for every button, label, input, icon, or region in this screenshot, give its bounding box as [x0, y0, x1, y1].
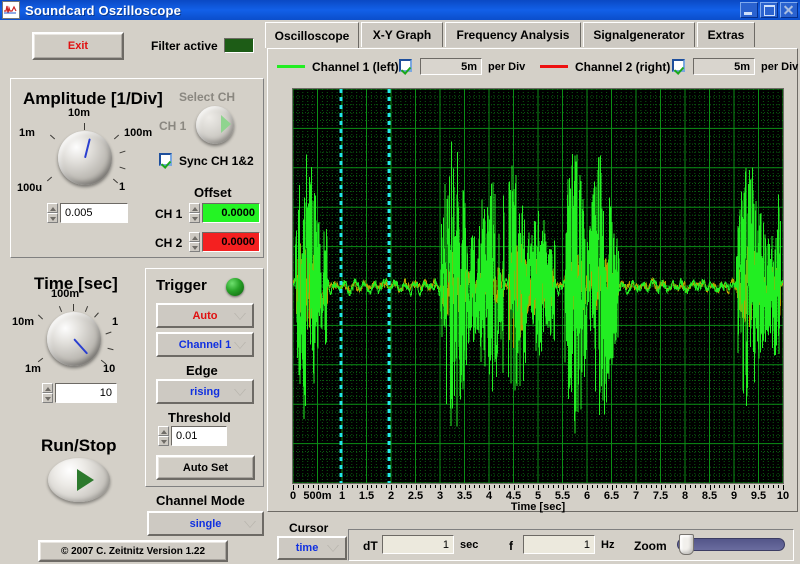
select-ch-value: CH 1: [159, 119, 187, 133]
trigger-panel: Trigger Auto Channel 1 Edge rising Thres…: [145, 268, 264, 487]
trigger-source-value: Channel 1: [178, 338, 232, 351]
amplitude-value-input[interactable]: 0.005: [60, 203, 128, 223]
threshold-spinner[interactable]: [158, 426, 169, 446]
sync-ch-label: Sync CH 1&2: [179, 154, 254, 168]
waveform-icon: [2, 1, 20, 19]
auto-set-label: Auto Set: [182, 461, 229, 474]
channel-1-color-swatch: [277, 65, 305, 68]
f-unit: Hz: [601, 539, 615, 551]
trigger-edge-combo[interactable]: rising: [156, 379, 254, 404]
trigger-source-combo[interactable]: Channel 1: [156, 332, 254, 357]
app-window: Soundcard Oszilloscope Exit Filter activ…: [0, 0, 800, 564]
time-knob-label-10: 10: [103, 363, 116, 375]
waveform-canvas: [293, 89, 783, 483]
dt-unit: sec: [460, 539, 479, 551]
channel-1-perdiv-input[interactable]: 5m: [420, 58, 482, 75]
f-input[interactable]: 1: [523, 535, 595, 554]
channel-2-label: Channel 2 (right): [575, 60, 671, 74]
run-stop-label: Run/Stop: [41, 436, 117, 455]
copyright-bar: © 2007 C. Zeitnitz Version 1.22: [38, 540, 228, 562]
trigger-edge-value: rising: [190, 385, 220, 398]
trigger-edge-label: Edge: [186, 363, 218, 378]
time-value-input[interactable]: 10: [55, 383, 117, 403]
channel-1-perdiv-label: per Div: [488, 61, 526, 73]
x-axis-title: Time [sec]: [510, 501, 566, 513]
minimize-icon[interactable]: [740, 2, 758, 18]
offset-ch1-label: CH 1: [155, 207, 183, 221]
channel-2-checkbox[interactable]: [672, 59, 685, 72]
cursor-mode-combo[interactable]: time: [277, 536, 347, 560]
exit-button-label: Exit: [67, 40, 89, 52]
channel-1-label: Channel 1 (left): [312, 60, 399, 74]
channel-2-perdiv-label: per Div: [761, 61, 799, 73]
channel-1-checkbox[interactable]: [399, 59, 412, 72]
f-label: f: [509, 539, 513, 553]
amplitude-spinner[interactable]: [47, 203, 58, 223]
channel-mode-value: single: [189, 517, 222, 530]
tab-frequency-analysis[interactable]: Frequency Analysis: [445, 22, 581, 47]
copyright-text: © 2007 C. Zeitnitz Version 1.22: [60, 545, 206, 557]
amplitude-panel: Amplitude [1/Div] 10m 1m 100m 100u 1 0.0…: [10, 78, 264, 258]
time-spinner[interactable]: [42, 383, 53, 403]
trigger-mode-value: Auto: [192, 309, 218, 322]
title-bar: Soundcard Oszilloscope: [0, 0, 800, 20]
zoom-slider-thumb[interactable]: [678, 534, 694, 555]
tab-xy-graph[interactable]: X-Y Graph: [361, 22, 443, 47]
cursor-label: Cursor: [289, 521, 329, 535]
time-knob-label-1: 1: [112, 316, 119, 328]
offset-ch2-spinner[interactable]: [189, 232, 200, 252]
tab-oscilloscope[interactable]: Oscilloscope: [265, 22, 359, 48]
filter-active-label: Filter active: [151, 39, 218, 53]
trigger-led: [226, 278, 244, 296]
play-icon: [77, 469, 94, 491]
channel-2-color-swatch: [540, 65, 568, 68]
amplitude-knob-label-100u: 100u: [17, 182, 43, 194]
offset-ch1-spinner[interactable]: [189, 203, 200, 223]
amplitude-knob-label-1m: 1m: [19, 127, 35, 139]
offset-ch1-input[interactable]: 0.0000: [202, 203, 260, 223]
maximize-icon[interactable]: [760, 2, 778, 18]
channel-2-perdiv-input[interactable]: 5m: [693, 58, 755, 75]
sync-ch-checkbox[interactable]: [159, 153, 172, 166]
zoom-label: Zoom: [634, 539, 667, 553]
waveform-plot[interactable]: [292, 88, 784, 484]
filter-active-led: [224, 38, 254, 53]
cursor-mode-value: time: [295, 542, 319, 554]
trigger-mode-combo[interactable]: Auto: [156, 303, 254, 328]
dt-label: dT: [363, 539, 378, 553]
time-knob-label-1m: 1m: [25, 363, 41, 375]
dt-input[interactable]: 1: [382, 535, 454, 554]
offset-ch2-input[interactable]: 0.0000: [202, 232, 260, 252]
offset-ch2-label: CH 2: [155, 236, 183, 250]
tab-extras[interactable]: Extras: [697, 22, 755, 47]
window-title: Soundcard Oszilloscope: [25, 2, 182, 18]
amplitude-knob-label-100m: 100m: [124, 127, 153, 139]
time-knob[interactable]: [47, 312, 101, 366]
amplitude-knob-label-1: 1: [119, 181, 126, 193]
tab-signalgenerator[interactable]: Signalgenerator: [583, 22, 695, 47]
channel-mode-combo[interactable]: single: [147, 511, 264, 536]
time-knob-label-100m: 100m: [51, 288, 80, 300]
select-ch-label: Select CH: [179, 90, 236, 104]
amplitude-knob[interactable]: [58, 131, 112, 185]
channel-mode-label: Channel Mode: [156, 493, 245, 508]
tab-bar: Oscilloscope X-Y Graph Frequency Analysi…: [265, 22, 800, 48]
run-stop-button[interactable]: [48, 458, 110, 502]
auto-set-button[interactable]: Auto Set: [156, 455, 255, 480]
exit-button[interactable]: Exit: [32, 32, 124, 60]
threshold-label: Threshold: [168, 410, 231, 425]
window-buttons: [740, 2, 798, 18]
amplitude-knob-label-10m: 10m: [68, 107, 91, 119]
close-icon[interactable]: [780, 2, 798, 18]
amplitude-title: Amplitude [1/Div]: [23, 89, 163, 108]
select-ch-knob[interactable]: [196, 106, 234, 144]
offset-title: Offset: [194, 185, 232, 200]
cursor-readout-panel: dT 1 sec f 1 Hz Zoom: [348, 529, 794, 561]
time-knob-label-10m: 10m: [12, 316, 35, 328]
trigger-title: Trigger: [156, 277, 207, 294]
threshold-input[interactable]: 0.01: [171, 426, 227, 446]
